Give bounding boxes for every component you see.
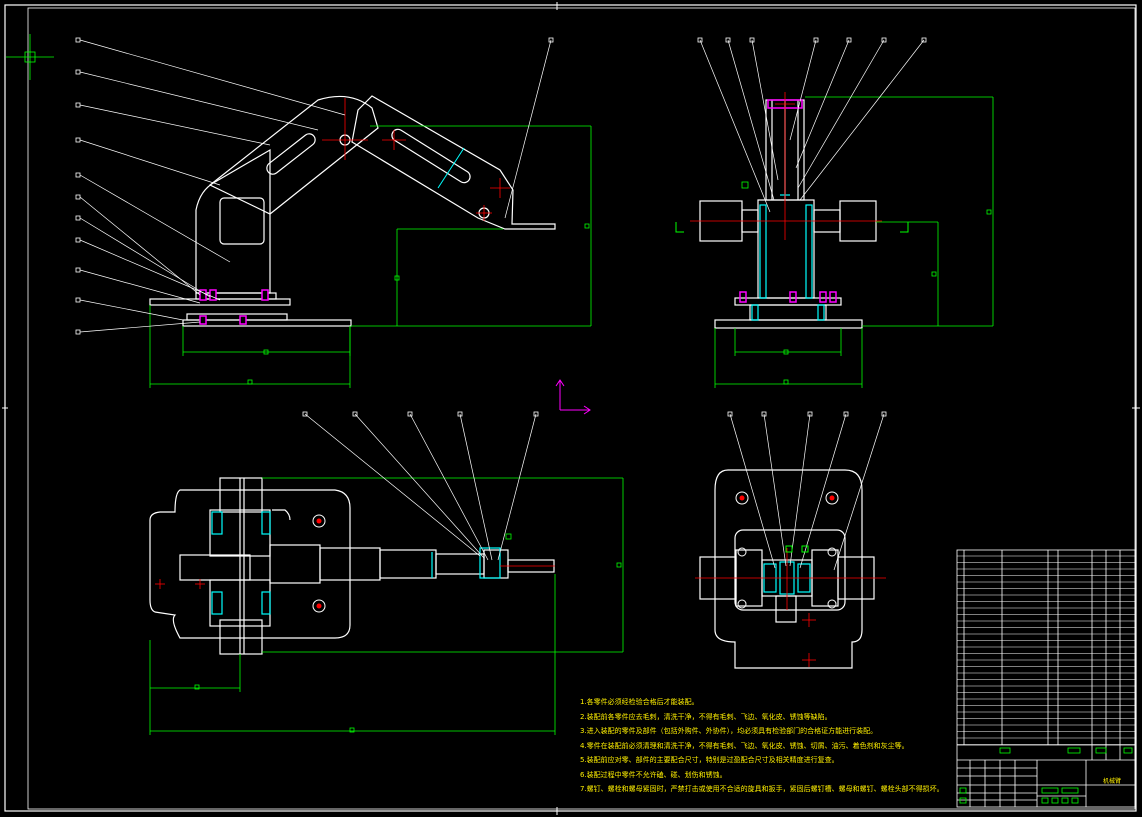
section-view-leaders bbox=[729, 413, 885, 571]
note-line: 3.进入装配的零件及部件（包括外购件、外协件），均必须具有检验部门的合格证方能进… bbox=[580, 727, 878, 735]
side-view bbox=[699, 99, 877, 329]
section-view-centerlines bbox=[695, 548, 886, 667]
ucs-axis-icon bbox=[555, 379, 591, 415]
front-view-hatch bbox=[199, 289, 269, 325]
side-view-leaders bbox=[699, 39, 925, 213]
side-view-hatch bbox=[751, 194, 825, 321]
side-view-centerlines bbox=[690, 92, 882, 240]
front-view-dimensions bbox=[149, 125, 592, 388]
cursor-crosshair bbox=[6, 34, 54, 80]
top-view-balloons bbox=[302, 411, 539, 417]
parts-list-rows bbox=[957, 555, 1135, 745]
note-line: 7.螺钉、螺栓和螺母紧固时，严禁打击或使用不合适的旋具和扳手，紧固后螺钉槽、螺母… bbox=[580, 785, 944, 793]
top-view bbox=[149, 477, 555, 655]
section-markers bbox=[675, 222, 909, 233]
side-view-balloons bbox=[697, 37, 927, 43]
front-view-leaders bbox=[79, 39, 552, 333]
top-view-dimensions bbox=[149, 477, 624, 735]
cad-drawing-canvas bbox=[2, 2, 1140, 815]
section-view-balloons bbox=[727, 411, 887, 417]
inner-frame bbox=[27, 7, 1136, 810]
side-view-magenta bbox=[739, 99, 837, 303]
note-line: 4.零件在装配前必须清理和清洗干净，不得有毛刺、飞边、氧化皮、锈蚀、切屑、油污、… bbox=[580, 741, 909, 750]
top-view-holes bbox=[312, 514, 326, 613]
note-line: 6.装配过程中零件不允许磕、碰、划伤和锈蚀。 bbox=[580, 770, 727, 779]
note-line: 2.装配前各零件应去毛刺，清洗干净，不得有毛刺、飞边、氧化皮、锈蚀等缺陷。 bbox=[580, 712, 832, 721]
drawing-title: 机械臂 bbox=[1102, 778, 1121, 785]
note-line: 1.各零件必须经检验合格后才能装配。 bbox=[580, 698, 699, 706]
front-view-balloons bbox=[75, 37, 554, 335]
top-view-leaders bbox=[304, 413, 537, 561]
technical-requirements-notes: 1.各零件必须经检验合格后才能装配。 2.装配前各零件应去毛刺，清洗干净，不得有… bbox=[580, 695, 960, 797]
front-view-hatch-cyan bbox=[437, 147, 465, 189]
note-line: 5.装配前应对零、部件的主要配合尺寸，特别是过盈配合尺寸及相关精度进行复查。 bbox=[580, 756, 839, 764]
frame-center-marks bbox=[2, 2, 1140, 815]
